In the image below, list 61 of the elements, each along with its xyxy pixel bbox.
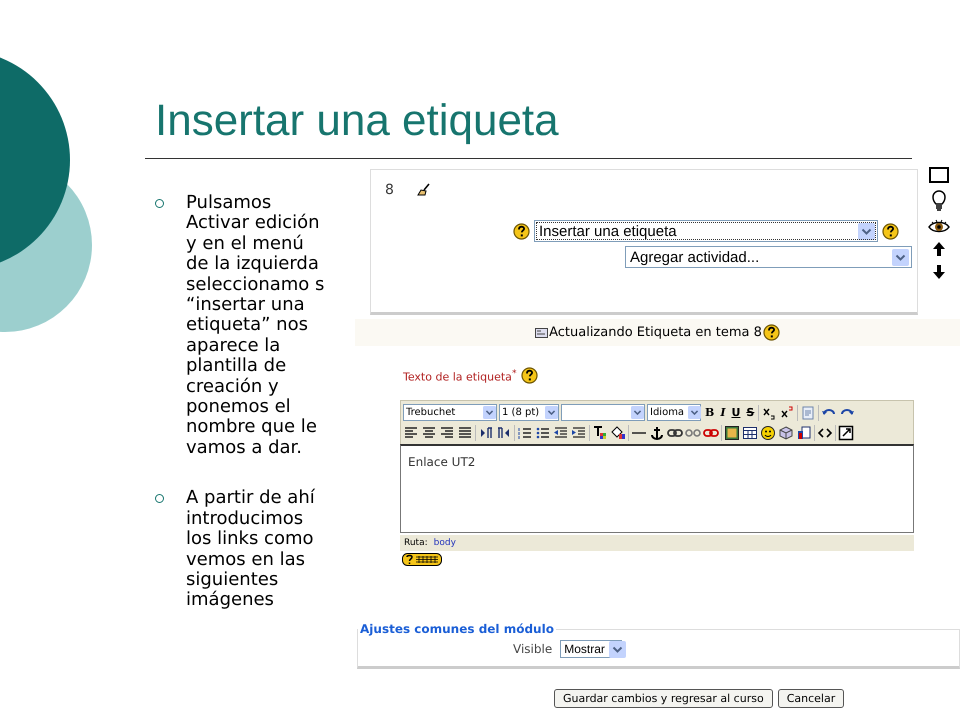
table-icon[interactable]	[742, 425, 758, 441]
align-center-icon[interactable]	[421, 425, 437, 441]
editor-heading: Actualizando Etiqueta en tema 8	[549, 325, 762, 340]
eye-icon[interactable]	[928, 219, 950, 234]
bulleted-list-icon[interactable]	[535, 425, 551, 441]
down-arrow-icon[interactable]	[932, 264, 946, 280]
visible-label: Visible	[513, 642, 552, 656]
bullet-text: A partir de ahí introducimos los links como vemos en las siguientes imágenes	[186, 488, 316, 611]
format-button[interactable]: S	[744, 406, 756, 419]
image-icon[interactable]	[724, 425, 740, 441]
lightbulb-icon[interactable]	[932, 190, 946, 212]
square-icon[interactable]	[929, 167, 949, 183]
help-icon[interactable]	[762, 324, 780, 341]
activity-select[interactable]: Insertar una etiqueta	[534, 220, 878, 242]
align-right-icon[interactable]	[439, 425, 455, 441]
language-select[interactable]: Idioma	[647, 404, 701, 421]
help-icon[interactable]	[520, 367, 538, 384]
path-label: Ruta:	[404, 538, 428, 548]
format-button[interactable]: I	[718, 406, 728, 419]
paste-document-icon[interactable]	[796, 425, 812, 441]
chevron-icon	[892, 248, 909, 266]
help-icon[interactable]	[882, 222, 899, 240]
help-icon[interactable]	[513, 222, 530, 240]
paint-bucket-icon[interactable]	[610, 425, 626, 441]
chevron-icon	[858, 222, 875, 240]
left-to-right-icon[interactable]	[478, 425, 494, 441]
numbered-list-icon[interactable]	[517, 425, 533, 441]
cube-icon[interactable]	[778, 425, 794, 441]
chevron-icon	[545, 406, 558, 419]
form-button[interactable]: Guardar cambios y regresar al curso	[554, 689, 773, 708]
editor-text-area[interactable]: Enlace UT2	[400, 444, 914, 533]
chevron-icon	[483, 406, 496, 419]
section-number: 8	[385, 182, 394, 198]
required-mark: *	[512, 368, 517, 379]
chevron-icon	[631, 406, 644, 419]
bullet-marker-icon	[155, 199, 164, 208]
form-button[interactable]: Cancelar	[778, 689, 844, 708]
help-keyboard-icon[interactable]	[402, 553, 442, 566]
document-icon[interactable]	[800, 404, 816, 420]
format-button[interactable]: U	[729, 406, 742, 419]
label-icon	[535, 328, 548, 338]
anchor-icon[interactable]	[649, 425, 665, 441]
fullscreen-icon[interactable]	[838, 425, 854, 441]
bullet-marker-icon	[155, 494, 164, 504]
fieldset-legend: Ajustes comunes del módulo	[358, 622, 556, 636]
align-left-icon[interactable]	[403, 425, 419, 441]
text-color-icon[interactable]	[592, 425, 608, 441]
chevron-icon	[608, 640, 626, 658]
resource-select[interactable]: Agregar actividad...	[625, 246, 912, 268]
smiley-icon[interactable]	[760, 425, 776, 441]
font-select[interactable]: Trebuchet	[403, 404, 497, 421]
right-to-left-icon[interactable]	[496, 425, 512, 441]
size-select[interactable]: 1 (8 pt)	[499, 404, 559, 421]
bullet-text: Pulsamos Activar edición y en el menú de la izquierda seleccionamo s “insertar una etiqueta” nos aparece la plantilla de creación y ponemos el nombre que le vamos a dar.	[186, 193, 326, 458]
justify-icon[interactable]	[457, 425, 473, 441]
field-label: Texto de la etiqueta$^{*}$	[403, 368, 517, 384]
path-link[interactable]: body	[434, 538, 456, 548]
up-arrow-icon[interactable]	[932, 241, 946, 257]
chevron-icon	[688, 406, 702, 419]
format-button[interactable]: B	[703, 406, 716, 419]
slide-title: Insertar una etiqueta	[155, 95, 560, 147]
